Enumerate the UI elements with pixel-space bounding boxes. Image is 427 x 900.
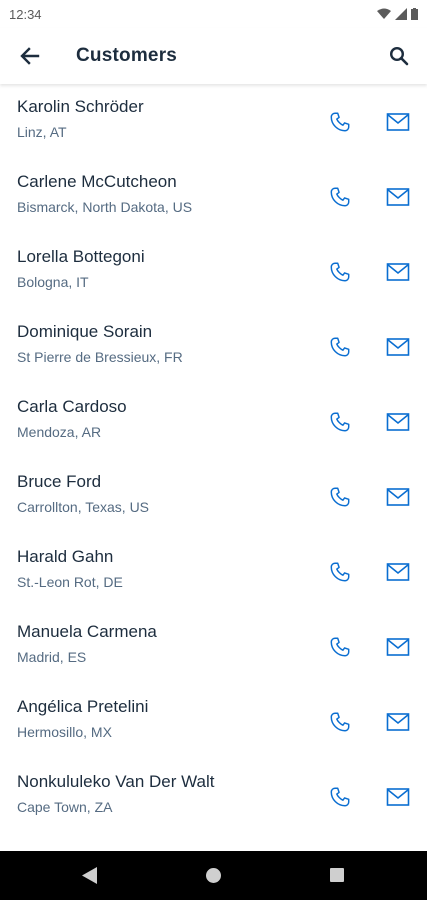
phone-icon <box>330 787 350 807</box>
customer-location: Bologna, IT <box>17 274 89 290</box>
call-button[interactable] <box>327 784 353 810</box>
status-bar: 12:34 <box>0 0 427 28</box>
envelope-icon <box>386 638 410 656</box>
customer-row[interactable]: Harald Gahn St.-Leon Rot, DE <box>0 534 427 609</box>
phone-icon <box>330 112 350 132</box>
customer-name: Bruce Ford <box>17 472 102 491</box>
email-button[interactable] <box>385 484 411 510</box>
email-button[interactable] <box>385 709 411 735</box>
email-button[interactable] <box>385 109 411 135</box>
customer-list[interactable]: Karolin Schröder Linz, AT Carlene McCutc… <box>0 84 427 851</box>
phone-icon <box>330 562 350 582</box>
customer-row[interactable]: Dominique Sorain St Pierre de Bressieux,… <box>0 309 427 384</box>
phone-icon <box>330 337 350 357</box>
customer-row[interactable]: Carla Cardoso Mendoza, AR <box>0 384 427 459</box>
call-button[interactable] <box>327 709 353 735</box>
call-button[interactable] <box>327 484 353 510</box>
page-title: Customers <box>76 45 178 66</box>
phone-icon <box>330 262 350 282</box>
customer-name: Karolin Schröder <box>17 97 144 116</box>
call-button[interactable] <box>327 334 353 360</box>
nav-recents-icon[interactable] <box>330 868 344 882</box>
phone-icon <box>330 412 350 432</box>
phone-icon <box>330 187 350 207</box>
customer-location: St Pierre de Bressieux, FR <box>17 349 183 365</box>
arrow-left-icon <box>20 47 40 65</box>
envelope-icon <box>386 338 410 356</box>
customer-name: Angélica Pretelini <box>17 697 149 716</box>
nav-home-icon[interactable] <box>206 868 221 883</box>
customer-name: Lorella Bottegoni <box>17 247 145 266</box>
search-button[interactable] <box>385 42 413 70</box>
email-button[interactable] <box>385 634 411 660</box>
signal-icon <box>395 8 407 20</box>
envelope-icon <box>386 263 410 281</box>
search-icon <box>389 46 409 66</box>
email-button[interactable] <box>385 184 411 210</box>
email-button[interactable] <box>385 409 411 435</box>
call-button[interactable] <box>327 184 353 210</box>
envelope-icon <box>386 563 410 581</box>
customer-location: St.-Leon Rot, DE <box>17 574 123 590</box>
customer-name: Manuela Carmena <box>17 622 157 641</box>
email-button[interactable] <box>385 784 411 810</box>
customer-location: Mendoza, AR <box>17 424 102 440</box>
email-button[interactable] <box>385 559 411 585</box>
customer-name: Dominique Sorain <box>17 322 153 341</box>
customer-row[interactable]: Karolin Schröder Linz, AT <box>0 84 427 159</box>
customer-row[interactable]: Lorella Bottegoni Bologna, IT <box>0 234 427 309</box>
customer-row[interactable]: Angélica Pretelini Hermosillo, MX <box>0 684 427 759</box>
customer-row[interactable]: Manuela Carmena Madrid, ES <box>0 609 427 684</box>
envelope-icon <box>386 413 410 431</box>
envelope-icon <box>386 713 410 731</box>
envelope-icon <box>386 788 410 806</box>
envelope-icon <box>386 113 410 131</box>
app-bar: Customers <box>0 28 427 84</box>
customer-name: Carlene McCutcheon <box>17 172 177 191</box>
envelope-icon <box>386 488 410 506</box>
customer-location: Carrollton, Texas, US <box>17 499 150 515</box>
customer-location: Cape Town, ZA <box>17 799 113 815</box>
status-time: 12:34 <box>9 6 42 22</box>
phone-icon <box>330 637 350 657</box>
call-button[interactable] <box>327 259 353 285</box>
customer-row[interactable]: Carlene McCutcheon Bismarck, North Dakot… <box>0 159 427 234</box>
system-nav-bar <box>0 851 427 900</box>
back-button[interactable] <box>16 42 44 70</box>
battery-icon <box>411 8 418 20</box>
call-button[interactable] <box>327 634 353 660</box>
wifi-icon <box>377 8 391 19</box>
nav-back-icon[interactable] <box>82 867 98 884</box>
customer-name: Harald Gahn <box>17 547 114 566</box>
status-icons <box>377 8 418 20</box>
customer-row[interactable]: Bruce Ford Carrollton, Texas, US <box>0 459 427 534</box>
customer-row[interactable]: Nonkululeko Van Der Walt Cape Town, ZA <box>0 759 427 834</box>
call-button[interactable] <box>327 559 353 585</box>
email-button[interactable] <box>385 334 411 360</box>
envelope-icon <box>386 188 410 206</box>
customer-location: Hermosillo, MX <box>17 724 112 740</box>
call-button[interactable] <box>327 409 353 435</box>
call-button[interactable] <box>327 109 353 135</box>
customer-location: Linz, AT <box>17 124 67 140</box>
email-button[interactable] <box>385 259 411 285</box>
customer-location: Bismarck, North Dakota, US <box>17 199 193 215</box>
customer-name: Carla Cardoso <box>17 397 127 416</box>
customer-location: Madrid, ES <box>17 649 87 665</box>
phone-icon <box>330 487 350 507</box>
phone-icon <box>330 712 350 732</box>
customer-name: Nonkululeko Van Der Walt <box>17 772 215 791</box>
